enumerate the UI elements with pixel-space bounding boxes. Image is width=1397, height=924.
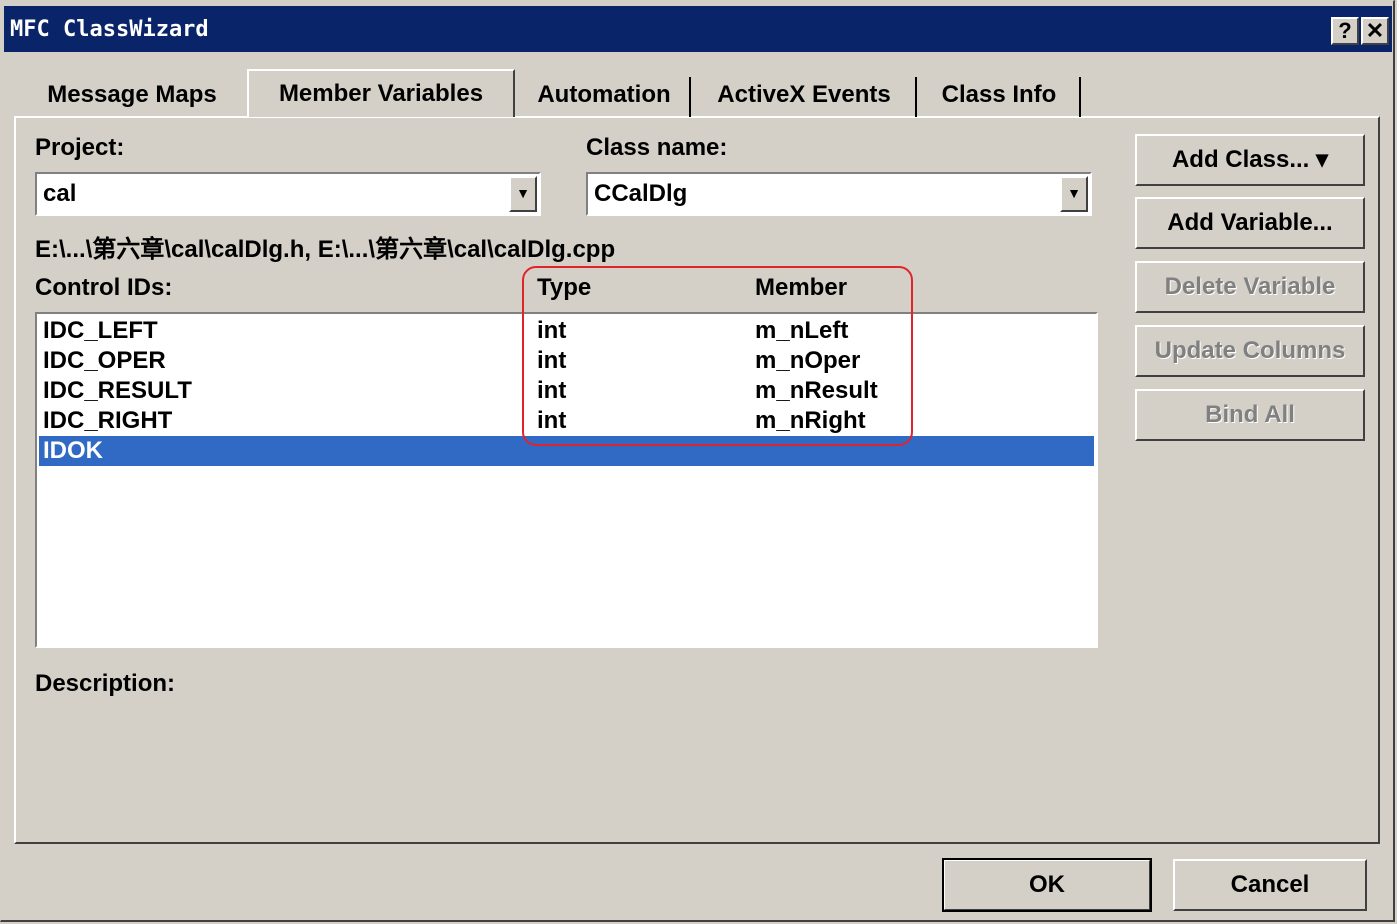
variable-type: int — [537, 347, 567, 374]
list-item[interactable]: IDC_RESULT int m_nResult — [39, 376, 1094, 406]
list-item[interactable]: IDC_RIGHT int m_nRight — [39, 406, 1094, 436]
control-id: IDC_RESULT — [43, 377, 192, 404]
variable-member: m_nRight — [755, 407, 866, 434]
tab-label: Automation — [537, 81, 671, 108]
variable-member: m_nOper — [755, 347, 861, 374]
delete-variable-button[interactable]: Delete Variable — [1135, 261, 1365, 313]
variable-type: int — [537, 377, 567, 404]
close-button[interactable]: ✕ — [1361, 17, 1389, 45]
tab-member-variables[interactable]: Member Variables — [247, 69, 515, 117]
project-value: cal — [43, 180, 77, 207]
description-label: Description: — [35, 670, 176, 697]
type-header: Type — [537, 274, 592, 301]
variable-type: int — [537, 317, 567, 344]
control-id: IDOK — [43, 437, 103, 464]
tab-automation[interactable]: Automation — [517, 73, 691, 117]
tab-label: Class Info — [941, 81, 1057, 108]
update-columns-button[interactable]: Update Columns — [1135, 325, 1365, 377]
tab-activex-events[interactable]: ActiveX Events — [691, 73, 917, 117]
control-id: IDC_OPER — [43, 347, 166, 374]
project-label: Project: — [35, 134, 125, 161]
variable-member: m_nResult — [755, 377, 878, 404]
class-name-label: Class name: — [586, 134, 728, 161]
dropdown-arrow-icon[interactable]: ▼ — [1060, 176, 1088, 212]
tab-separator — [1079, 77, 1081, 117]
control-id: IDC_LEFT — [43, 317, 158, 344]
list-item-selected[interactable]: IDOK — [39, 436, 1094, 466]
files-path: E:\...\第六章\cal\calDlg.h, E:\...\第六章\cal\… — [35, 236, 616, 263]
member-header: Member — [755, 274, 848, 301]
list-item[interactable]: IDC_OPER int m_nOper — [39, 346, 1094, 376]
tab-label: Member Variables — [278, 80, 484, 107]
control-ids-header: Control IDs: — [35, 274, 173, 301]
tab-message-maps[interactable]: Message Maps — [17, 73, 247, 117]
ok-button[interactable]: OK — [942, 858, 1152, 912]
tab-class-info[interactable]: Class Info — [917, 73, 1081, 117]
add-variable-button[interactable]: Add Variable... — [1135, 197, 1365, 249]
list-item[interactable]: IDC_LEFT int m_nLeft — [39, 316, 1094, 346]
tab-label: ActiveX Events — [717, 81, 891, 108]
classwizard-window: MFC ClassWizard ? ✕ Message Maps Member … — [0, 0, 1395, 922]
control-id: IDC_RIGHT — [43, 407, 173, 434]
add-class-button[interactable]: Add Class... ▾ — [1135, 134, 1365, 186]
window-title: MFC ClassWizard — [10, 17, 209, 42]
class-name-combo[interactable]: CCalDlg ▼ — [586, 172, 1092, 216]
variable-type: int — [537, 407, 567, 434]
project-combo[interactable]: cal ▼ — [35, 172, 541, 216]
cancel-button[interactable]: Cancel — [1173, 859, 1367, 911]
tab-label: Message Maps — [47, 81, 217, 108]
dropdown-arrow-icon[interactable]: ▼ — [509, 176, 537, 212]
title-bar[interactable]: MFC ClassWizard ? ✕ — [4, 6, 1392, 52]
bind-all-button[interactable]: Bind All — [1135, 389, 1365, 441]
class-name-value: CCalDlg — [594, 180, 688, 207]
help-button[interactable]: ? — [1331, 17, 1359, 45]
variable-member: m_nLeft — [755, 317, 849, 344]
control-ids-list[interactable]: IDC_LEFT int m_nLeft IDC_OPER int m_nOpe… — [35, 312, 1098, 648]
